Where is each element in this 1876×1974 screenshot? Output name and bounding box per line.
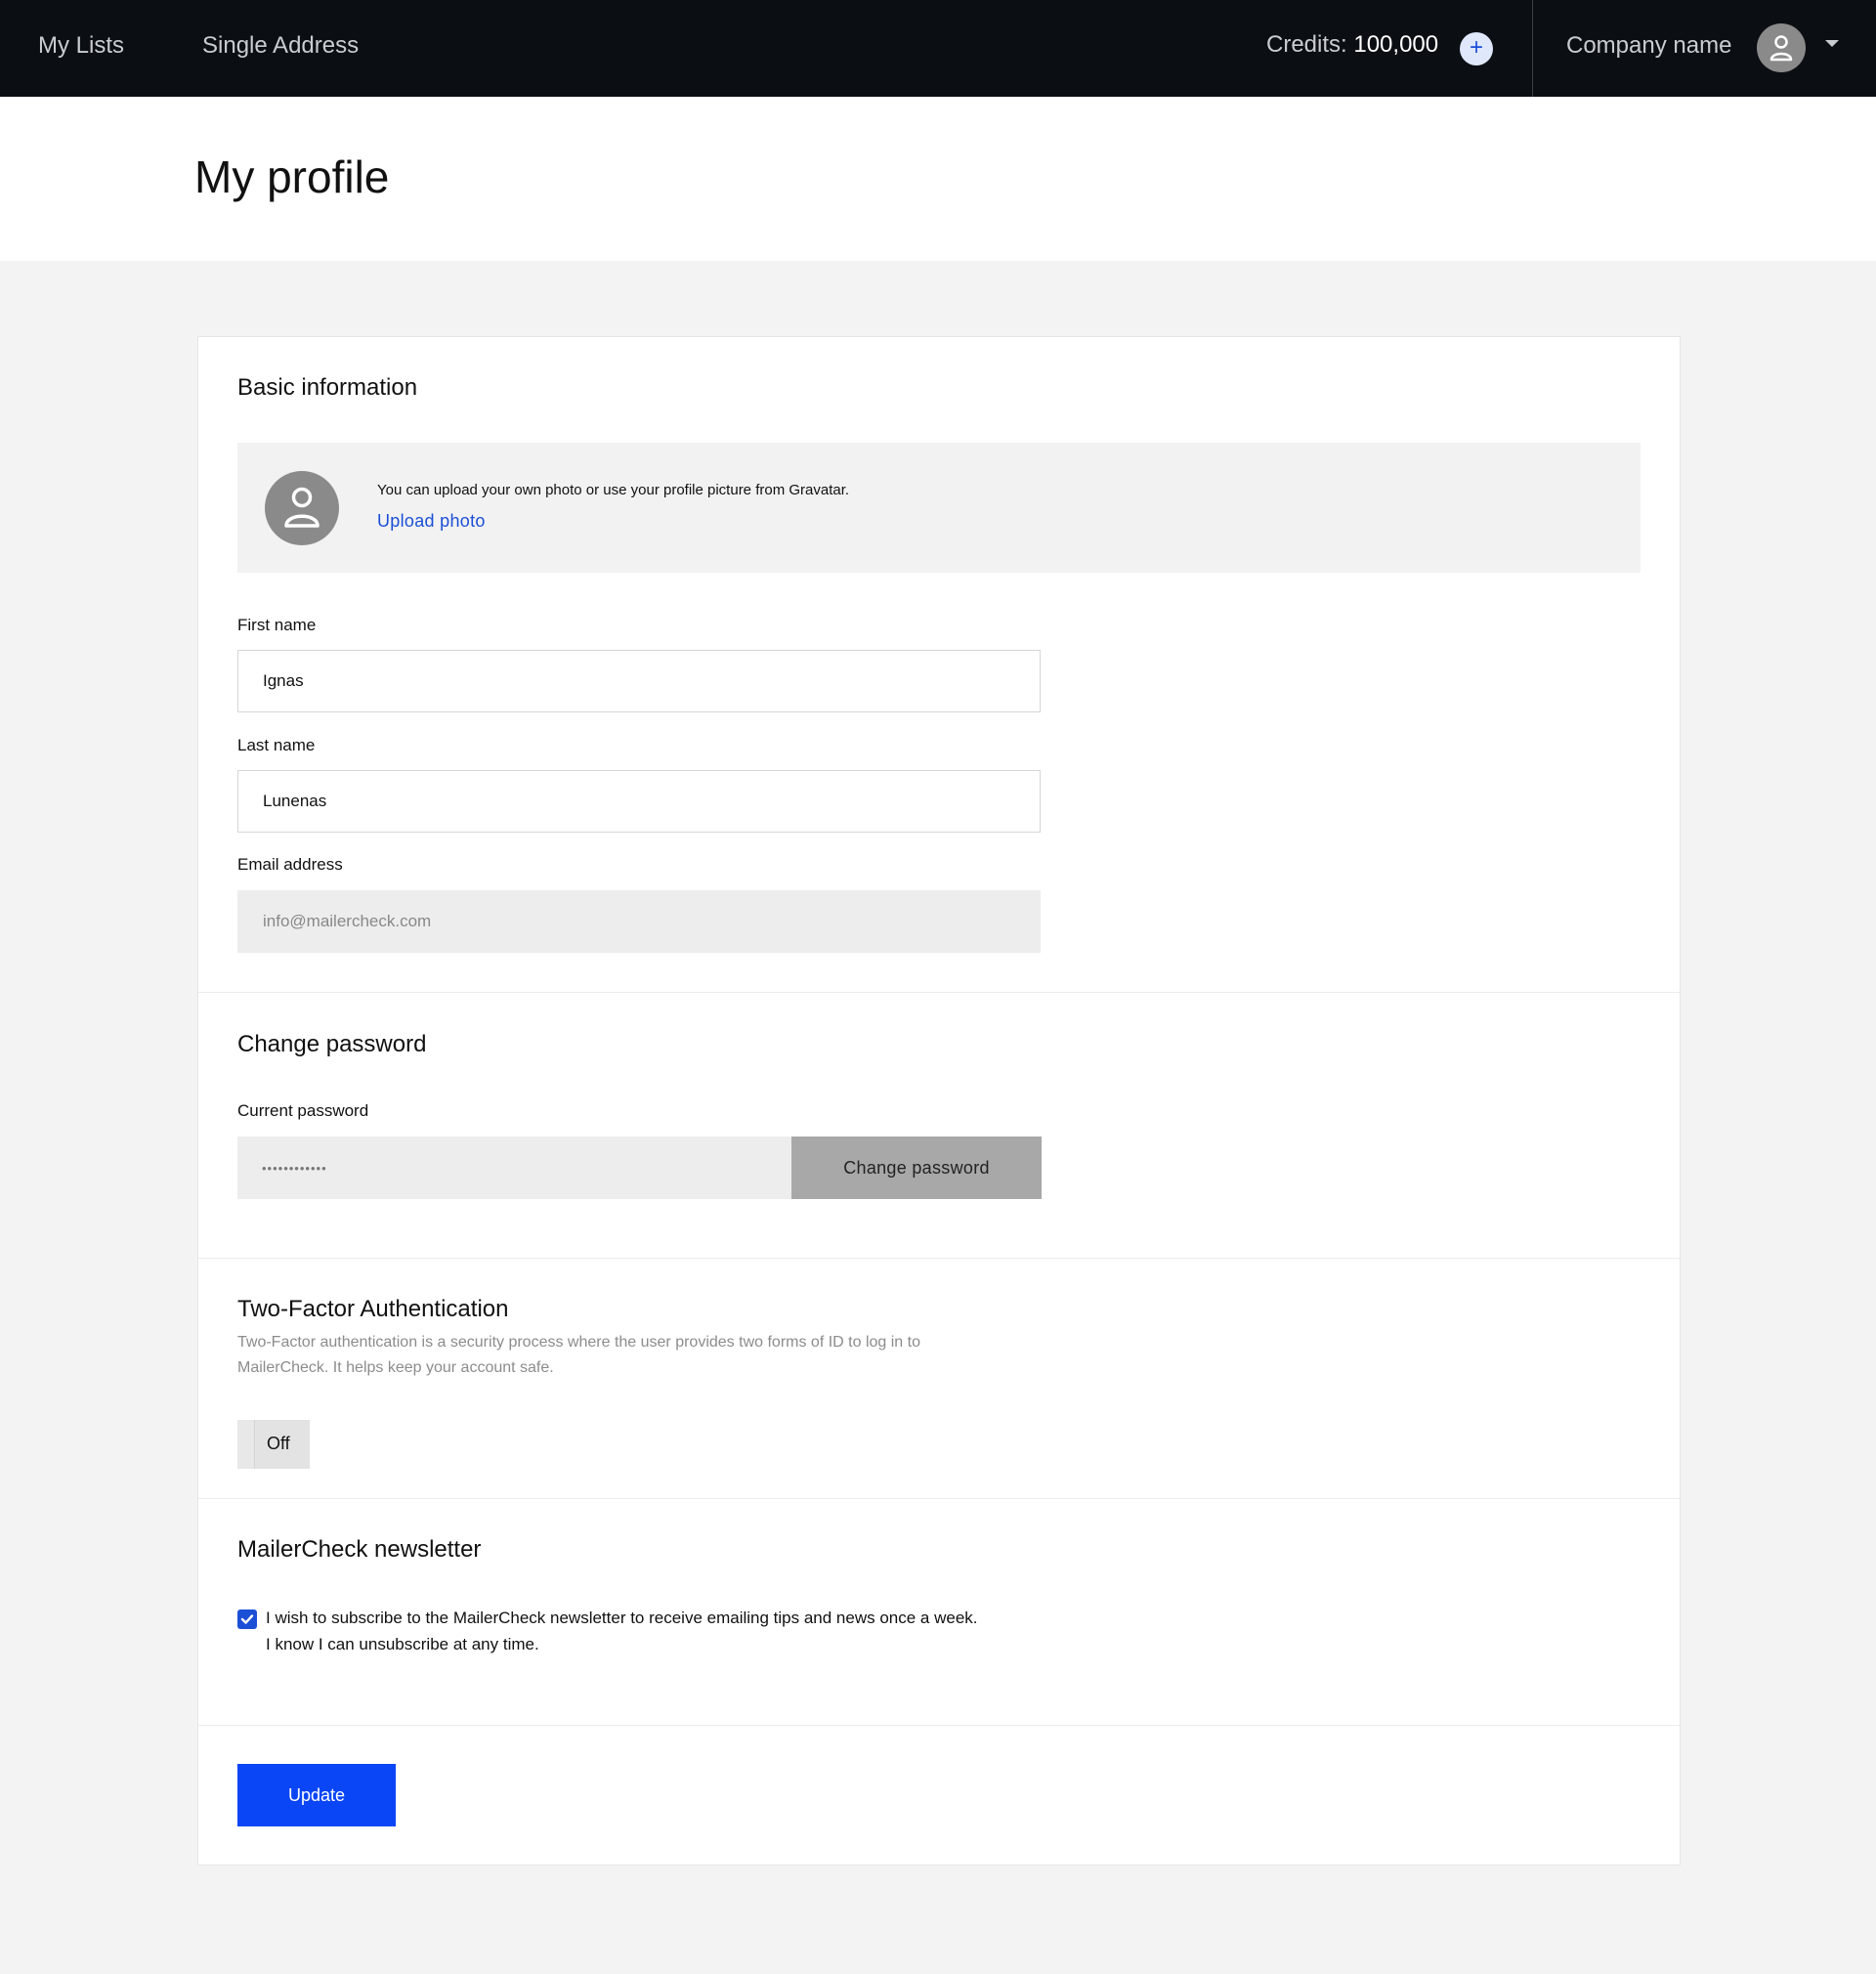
newsletter-title: MailerCheck newsletter [237, 1536, 482, 1563]
upload-photo-link[interactable]: Upload photo [377, 511, 486, 532]
credits-display: Credits: 100,000 [1266, 31, 1438, 59]
newsletter-checkbox[interactable] [237, 1609, 257, 1629]
profile-card: Basic information You can upload your ow… [197, 336, 1681, 1866]
photo-upload-hint: You can upload your own photo or use you… [377, 482, 850, 498]
credits-label: Credits: [1266, 31, 1347, 58]
current-password-field[interactable] [237, 1137, 792, 1199]
nav-my-lists[interactable]: My Lists [38, 32, 124, 60]
newsletter-consent-line: I wish to subscribe to the MailerCheck n… [266, 1609, 978, 1627]
two-factor-title: Two-Factor Authentication [237, 1296, 509, 1322]
section-divider [198, 1258, 1680, 1259]
email-label: Email address [237, 855, 343, 874]
change-password-button[interactable]: Change password [791, 1137, 1042, 1199]
toggle-knob [237, 1420, 255, 1469]
user-icon [1769, 35, 1793, 62]
top-navigation-bar: My Lists Single Address Credits: 100,000… [0, 0, 1876, 97]
photo-upload-panel: You can upload your own photo or use you… [237, 443, 1641, 573]
checkmark-icon [240, 1614, 254, 1624]
update-button[interactable]: Update [237, 1764, 396, 1826]
caret-down-icon[interactable] [1825, 40, 1839, 47]
two-factor-description: Two-Factor authentication is a security … [237, 1334, 920, 1376]
nav-single-address[interactable]: Single Address [202, 32, 359, 60]
change-password-title: Change password [237, 1031, 427, 1057]
newsletter-consent-text: I wish to subscribe to the MailerCheck n… [266, 1605, 1067, 1657]
section-divider [198, 1498, 1680, 1499]
page-title: My profile [194, 151, 390, 202]
user-icon [284, 487, 320, 528]
credits-value: 100,000 [1353, 31, 1439, 58]
company-name[interactable]: Company name [1566, 32, 1731, 60]
last-name-label: Last name [237, 736, 316, 754]
basic-information-title: Basic information [237, 374, 418, 401]
two-factor-toggle[interactable]: Off [237, 1420, 310, 1469]
section-divider [198, 992, 1680, 993]
nav-divider [1532, 0, 1533, 97]
section-divider [198, 1725, 1680, 1726]
profile-avatar [265, 471, 339, 545]
page-header: My profile [0, 97, 1876, 261]
plus-icon: + [1469, 34, 1483, 61]
last-name-field[interactable] [237, 770, 1041, 833]
add-credits-button[interactable]: + [1460, 32, 1493, 65]
first-name-label: First name [237, 616, 317, 634]
email-field [237, 890, 1041, 953]
current-password-label: Current password [237, 1101, 369, 1120]
first-name-field[interactable] [237, 650, 1041, 712]
toggle-state-label: Off [267, 1434, 290, 1453]
account-avatar[interactable] [1757, 23, 1806, 72]
newsletter-unsubscribe-note: I know I can unsubscribe at any time. [266, 1635, 539, 1653]
